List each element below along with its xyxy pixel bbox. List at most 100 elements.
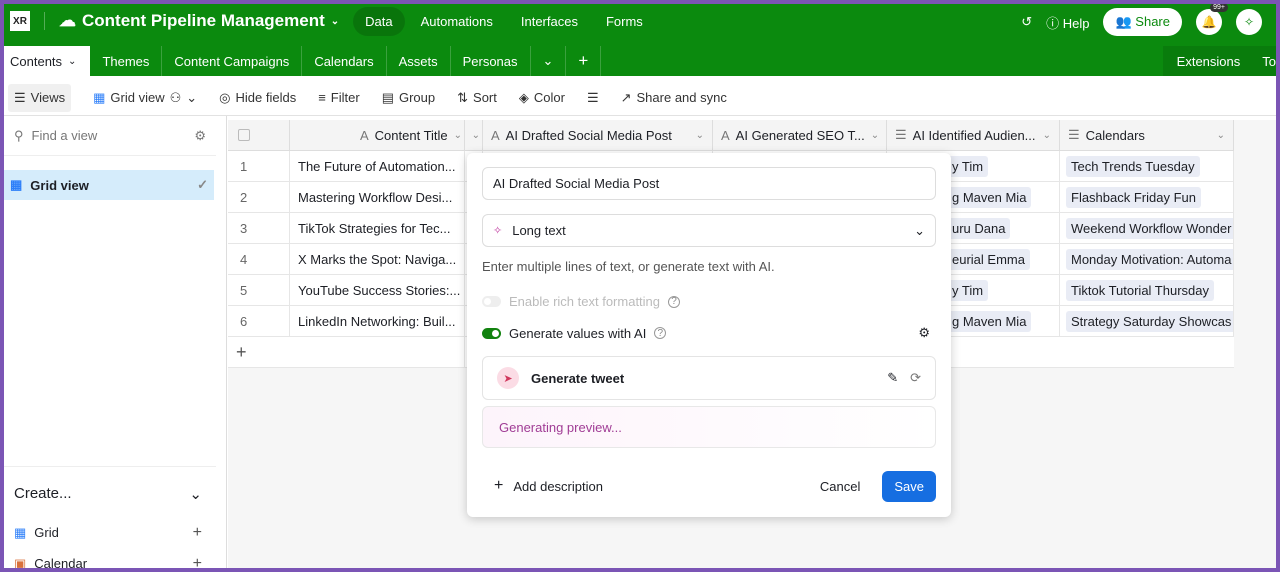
ai-text-icon: ✧: [493, 225, 503, 237]
chevron-down-icon: ⌄: [68, 55, 77, 67]
view-label: Grid view: [30, 177, 89, 193]
find-view-input[interactable]: ⚲ Find a view ⚙: [4, 116, 216, 156]
group-label: Group: [398, 90, 436, 105]
gear-icon[interactable]: ⚙: [194, 128, 206, 144]
create-grid[interactable]: ▦ Grid +: [4, 517, 216, 548]
cell-calendars[interactable]: Weekend Workflow Wonder: [1060, 213, 1234, 243]
select-all-checkbox[interactable]: [228, 120, 290, 150]
nav-automations[interactable]: Automations: [409, 7, 505, 36]
cell-content-title[interactable]: LinkedIn Networking: Buil...: [290, 306, 465, 336]
notifications-button[interactable]: 🔔 99+: [1196, 4, 1228, 35]
color-button[interactable]: ◈ Color: [519, 90, 565, 106]
calendar-icon: ▣: [14, 555, 27, 569]
column-header-hidden[interactable]: ⌄: [465, 120, 483, 150]
column-header-ai-drafted[interactable]: A AI Drafted Social Media Post ⌄: [483, 120, 713, 150]
calendar-chip: Flashback Friday Fun: [1066, 186, 1201, 208]
create-calendar[interactable]: ▣ Calendar +: [4, 548, 216, 569]
create-header[interactable]: Create... ⌄: [4, 467, 216, 503]
text-field-icon: A: [721, 127, 730, 143]
calendar-chip: Weekend Workflow Wonder: [1066, 217, 1233, 239]
share-button[interactable]: 👥 Share: [1103, 8, 1182, 36]
cell-content-title[interactable]: YouTube Success Stories:...: [290, 275, 465, 305]
cell-content-title[interactable]: Mastering Workflow Desi...: [290, 182, 465, 212]
tab-calendars[interactable]: Calendars: [302, 46, 387, 76]
tab-assets[interactable]: Assets: [387, 46, 451, 76]
rich-text-toggle-row: Enable rich text formatting?: [482, 294, 936, 309]
nav-data[interactable]: Data: [353, 6, 405, 36]
cell-content-title[interactable]: The Future of Automation...: [290, 151, 465, 181]
grid-view-switcher[interactable]: ▦ Grid view ⚇ ⌄: [93, 90, 197, 106]
check-icon: ✓: [197, 177, 208, 192]
cell-content-title[interactable]: X Marks the Spot: Naviga...: [290, 244, 465, 274]
column-header-content-title[interactable]: A Content Title ⌄: [290, 120, 465, 150]
views-label: Views: [30, 90, 66, 105]
rich-text-label: Enable rich text formatting: [509, 294, 661, 309]
column-header-calendars[interactable]: ☰ Calendars ⌄: [1060, 120, 1234, 150]
cell-calendars[interactable]: Monday Motivation: Automa: [1060, 244, 1234, 274]
generate-ai-toggle[interactable]: [482, 327, 501, 339]
hide-fields-button[interactable]: ◎ Hide fields: [219, 90, 296, 106]
rich-text-toggle[interactable]: [482, 296, 501, 307]
help-icon: ⓘ: [1046, 15, 1060, 31]
cell-calendars[interactable]: Tiktok Tutorial Thursday: [1060, 275, 1234, 305]
chevron-down-icon: ⌄: [695, 129, 704, 141]
audience-chip: uru Dana: [947, 217, 1011, 239]
share-sync-button[interactable]: ↗ Share and sync: [621, 90, 727, 106]
views-button[interactable]: ☰ Views: [8, 83, 72, 112]
ai-prompt-card[interactable]: ➤ Generate tweet ✎ ⟳: [482, 356, 936, 400]
calendar-chip: Tech Trends Tuesday: [1066, 155, 1200, 177]
pencil-icon[interactable]: ✎: [887, 370, 898, 386]
sparkle-icon: ✧: [1243, 15, 1255, 29]
help-button[interactable]: ⓘ Help: [1046, 13, 1089, 32]
main-nav: Data Automations Interfaces Forms: [353, 6, 655, 36]
help-icon[interactable]: ?: [668, 295, 681, 308]
help-icon[interactable]: ?: [654, 327, 667, 339]
filter-button[interactable]: ≡ Filter: [318, 90, 359, 105]
gear-icon[interactable]: ⚙: [918, 325, 930, 341]
tab-contents[interactable]: Contents ⌄: [4, 46, 91, 76]
filter-label: Filter: [330, 90, 360, 105]
save-button[interactable]: Save: [882, 471, 936, 502]
column-title: AI Generated SEO T...: [735, 127, 865, 143]
column-header-ai-seo[interactable]: A AI Generated SEO T... ⌄: [713, 120, 887, 150]
field-name-input[interactable]: AI Drafted Social Media Post: [482, 167, 936, 200]
column-header-ai-audience[interactable]: ☰ AI Identified Audien... ⌄: [887, 120, 1060, 150]
column-title: AI Identified Audien...: [912, 127, 1036, 143]
plus-icon: +: [494, 477, 504, 494]
extensions-button[interactable]: Extensions: [1177, 54, 1241, 69]
cell-calendars[interactable]: Tech Trends Tuesday: [1060, 151, 1234, 181]
app-logo[interactable]: XR: [10, 11, 30, 31]
cell-content-title[interactable]: TikTok Strategies for Tec...: [290, 213, 465, 243]
more-tabs-chevron-icon[interactable]: ⌄: [531, 46, 567, 76]
nav-interfaces[interactable]: Interfaces: [509, 7, 590, 36]
app-window: XR ☁ Content Pipeline Management ⌄ Data Au…: [4, 4, 1276, 568]
row-height-button[interactable]: ☰: [587, 90, 599, 106]
row-number: 4: [228, 244, 290, 274]
tab-themes[interactable]: Themes: [90, 46, 163, 76]
add-table-button[interactable]: +: [566, 46, 602, 76]
add-description-button[interactable]: + Add description: [494, 477, 603, 495]
calendar-chip: Monday Motivation: Automa: [1066, 248, 1233, 270]
cell-calendars[interactable]: Flashback Friday Fun: [1060, 182, 1234, 212]
ai-assistant-button[interactable]: ✧: [1236, 9, 1262, 35]
share-sync-label: Share and sync: [636, 90, 727, 105]
tab-content-campaigns[interactable]: Content Campaigns: [162, 46, 303, 76]
base-title[interactable]: ☁ Content Pipeline Management ⌄: [59, 11, 339, 31]
field-type-select[interactable]: ✧ Long text ⌄: [482, 214, 936, 247]
sort-button[interactable]: ⇅ Sort: [457, 90, 497, 106]
long-text-icon: ☰: [895, 127, 907, 142]
calendar-chip: Tiktok Tutorial Thursday: [1066, 279, 1214, 301]
tab-personas[interactable]: Personas: [451, 46, 531, 76]
view-toolbar: ☰ Views ▦ Grid view ⚇ ⌄ ◎ Hide fields ≡ Filter…: [4, 80, 1276, 116]
group-button[interactable]: ▤ Group: [382, 90, 435, 106]
nav-forms[interactable]: Forms: [594, 7, 655, 36]
tools-button[interactable]: To: [1262, 54, 1276, 69]
cancel-button[interactable]: Cancel: [820, 479, 860, 494]
chevron-down-icon: ⌄: [189, 486, 202, 503]
divider: [44, 12, 45, 30]
prompt-name: Generate tweet: [531, 370, 625, 386]
refresh-icon[interactable]: ⟳: [910, 370, 921, 386]
history-icon[interactable]: ↺: [1021, 14, 1032, 30]
sidebar-item-grid-view[interactable]: ▦ Grid view ✓: [4, 170, 214, 200]
cell-calendars[interactable]: Strategy Saturday Showcas: [1060, 306, 1234, 336]
